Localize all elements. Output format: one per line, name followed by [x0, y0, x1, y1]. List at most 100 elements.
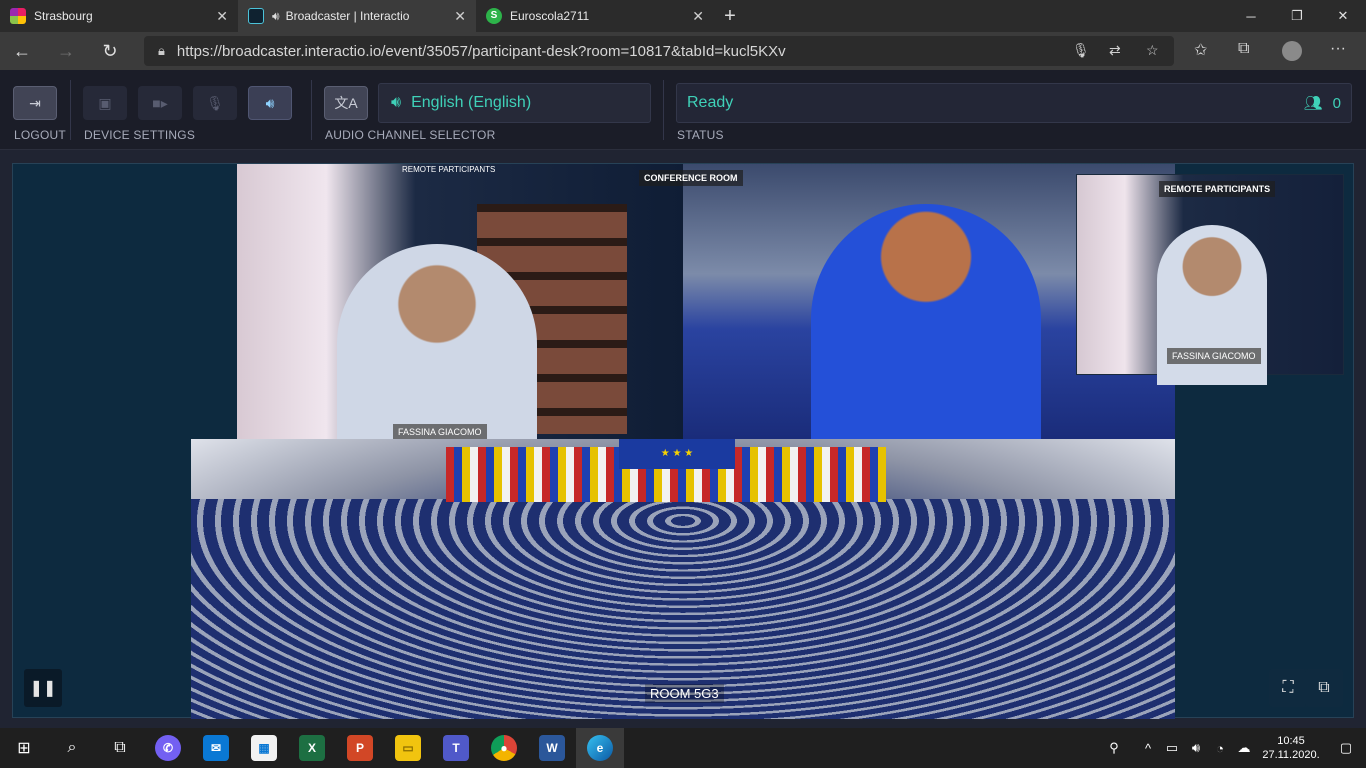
speaker-button[interactable]: 🔊︎	[248, 86, 292, 120]
participant-name-tag: FASSINA GIACOMO	[393, 424, 487, 439]
word-icon[interactable]: W	[528, 728, 576, 768]
fullscreen-icon: ⛶	[1282, 679, 1294, 696]
logout-icon: ⇥	[29, 94, 41, 111]
lock-icon: 🔒︎	[158, 43, 165, 58]
refresh-icon[interactable]: ↻	[88, 32, 132, 70]
address-bar-row: ← → ↻ 🔒︎ https://broadcaster.interactio.…	[0, 32, 1366, 70]
status-field: Ready 👥︎ 0	[676, 83, 1352, 123]
language-button[interactable]: 文A	[324, 86, 368, 120]
participants-count: 👥︎ 0	[1304, 94, 1341, 112]
translate-icon[interactable]: ⇄	[1109, 42, 1121, 59]
speaker-icon: 🔊︎	[272, 8, 280, 23]
url-field[interactable]: 🔒︎ https://broadcaster.interactio.io/eve…	[144, 36, 1174, 66]
tab-label: Broadcaster | Interactio	[285, 9, 410, 23]
store-icon[interactable]: ▦	[240, 728, 288, 768]
forward-icon[interactable]: →	[44, 32, 88, 70]
close-icon[interactable]: ✕	[454, 8, 466, 25]
chevron-up-icon[interactable]: ^	[1136, 741, 1160, 756]
status-value: Ready	[687, 94, 734, 111]
collections-icon[interactable]: ⧉	[1238, 40, 1249, 58]
browser-tab-bar: Strasbourg ✕ 🔊︎ Broadcaster | Interactio…	[0, 0, 1366, 32]
edge-icon[interactable]: e	[576, 728, 624, 768]
microphone-button[interactable]: 🎙︎	[193, 86, 237, 120]
camera-icon: ■▸	[152, 94, 168, 111]
close-icon[interactable]: ✕	[216, 8, 228, 25]
remote-participants-label: REMOTE PARTICIPANTS	[402, 165, 496, 174]
remote-participants-pip-label: REMOTE PARTICIPANTS	[1159, 181, 1276, 197]
presenter-image	[811, 204, 1041, 439]
battery-icon[interactable]: ▭	[1160, 740, 1184, 756]
colorful-squares-icon	[10, 8, 26, 24]
mail-icon[interactable]: ✉	[192, 728, 240, 768]
star-icon[interactable]: ☆	[1146, 42, 1159, 59]
favorites-icon[interactable]: ✩	[1194, 40, 1207, 60]
pause-icon: ❚❚	[29, 680, 57, 697]
divider	[311, 80, 312, 140]
picture-in-picture-button[interactable]: ⧉	[1305, 669, 1343, 707]
url-text: https://broadcaster.interactio.io/event/…	[176, 42, 786, 60]
remote-participant-video: REMOTE PARTICIPANTS FASSINA GIACOMO	[237, 164, 683, 439]
divider	[70, 80, 71, 140]
speaker-icon: 🔊︎	[391, 94, 402, 111]
tab-euroscola[interactable]: S Euroscola2711 ✕	[476, 0, 714, 32]
settings-box-icon: ▣	[98, 94, 112, 111]
participants-icon: 👥︎	[1303, 95, 1323, 112]
wifi-icon[interactable]: ◔	[1208, 741, 1232, 756]
start-icon[interactable]: ⊞	[0, 728, 48, 768]
windows-taskbar: ⊞ ⌕ ⧉ ✆ ✉ ▦ X P ▭ T ● W e ⚲ ^ ▭ 🔊︎ ◔ ☁ 1…	[0, 728, 1366, 768]
new-tab-button[interactable]: +	[714, 0, 746, 32]
clock[interactable]: 10:45 27.11.2020.	[1256, 734, 1326, 762]
device-settings-label: DEVICE SETTINGS	[84, 128, 196, 142]
more-options-icon[interactable]: ···	[1330, 40, 1346, 58]
powerpoint-icon[interactable]: P	[336, 728, 384, 768]
clock-date: 27.11.2020.	[1262, 749, 1320, 761]
channel-value: English (English)	[411, 94, 532, 111]
viber-icon[interactable]: ✆	[144, 728, 192, 768]
remote-participant-pip: REMOTE PARTICIPANTS FASSINA GIACOMO	[1076, 174, 1344, 385]
picture-in-picture-icon: ⧉	[1318, 679, 1330, 696]
microphone-icon[interactable]: 🎙︎	[1072, 42, 1090, 59]
excel-icon[interactable]: X	[288, 728, 336, 768]
close-window-icon[interactable]: ✕	[1320, 0, 1366, 32]
status-label: STATUS	[677, 128, 724, 142]
fullscreen-button[interactable]: ⛶	[1269, 669, 1307, 707]
file-explorer-icon[interactable]: ▭	[384, 728, 432, 768]
video-stage: REMOTE PARTICIPANTS FASSINA GIACOMO CONF…	[12, 163, 1354, 719]
clock-time: 10:45	[1277, 735, 1305, 747]
camera-button[interactable]: ■▸	[138, 86, 182, 120]
notifications-icon[interactable]: ▢	[1326, 740, 1366, 756]
pause-button[interactable]: ❚❚	[24, 669, 62, 707]
window-controls: ─ ❐ ✕	[1228, 0, 1366, 32]
green-s-icon: S	[486, 8, 502, 24]
participant-image	[337, 244, 537, 439]
app-toolbar: ⇥ LOGOUT ▣ ■▸ 🎙︎ 🔊︎ DEVICE SETTINGS 文A 🔊…	[0, 70, 1366, 150]
back-icon[interactable]: ←	[0, 32, 44, 70]
microphone-icon: 🎙︎	[206, 94, 224, 111]
speaker-icon: 🔊︎	[265, 94, 275, 111]
hemicycle-video: ★ ★ ★	[191, 439, 1175, 719]
volume-icon[interactable]: 🔊︎	[1184, 740, 1208, 756]
teams-icon[interactable]: T	[432, 728, 480, 768]
divider	[663, 80, 664, 140]
minimize-icon[interactable]: ─	[1228, 0, 1274, 32]
profile-avatar-icon[interactable]	[1282, 41, 1302, 61]
cloud-icon[interactable]: ☁	[1232, 740, 1256, 756]
chrome-icon[interactable]: ●	[480, 728, 528, 768]
close-icon[interactable]: ✕	[692, 8, 704, 25]
task-view-icon[interactable]: ⧉	[96, 728, 144, 768]
search-icon[interactable]: ⌕	[48, 728, 96, 768]
audio-channel-label: AUDIO CHANNEL SELECTOR	[325, 128, 496, 142]
conference-room-label: CONFERENCE ROOM	[639, 170, 743, 186]
maximize-icon[interactable]: ❐	[1274, 0, 1320, 32]
logout-button[interactable]: ⇥	[13, 86, 57, 120]
audio-channel-select[interactable]: 🔊︎ English (English)	[378, 83, 651, 123]
people-icon[interactable]: ⚲	[1102, 740, 1126, 756]
logout-label: LOGOUT	[14, 128, 66, 142]
tab-broadcaster[interactable]: 🔊︎ Broadcaster | Interactio ✕	[238, 0, 476, 32]
room-label: ROOM 5G3	[645, 684, 724, 703]
participant-count-value: 0	[1332, 95, 1341, 112]
participant-name-pip-tag: FASSINA GIACOMO	[1167, 348, 1261, 364]
tab-strasbourg[interactable]: Strasbourg ✕	[0, 0, 238, 32]
system-tray: ⚲ ^ ▭ 🔊︎ ◔ ☁ 10:45 27.11.2020. ▢	[1102, 728, 1366, 768]
settings-button[interactable]: ▣	[83, 86, 127, 120]
